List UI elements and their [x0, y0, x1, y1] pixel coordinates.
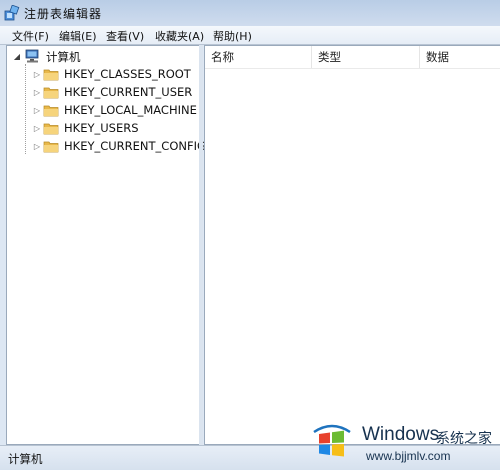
registry-editor-window: 注册表编辑器 文件(F) 编辑(E) 查看(V) 收藏夹(A) 帮助(H) ◢ … — [0, 0, 500, 470]
menu-view[interactable]: 查看(V) — [106, 28, 144, 44]
window-title: 注册表编辑器 — [24, 7, 103, 21]
list-header: 名称 类型 数据 — [205, 46, 500, 69]
folder-icon — [43, 87, 59, 99]
watermark-site-name: 系统之家 — [436, 431, 492, 447]
menu-file[interactable]: 文件(F) — [12, 28, 49, 44]
tree-item-hkey-users[interactable]: ▷ HKEY_USERS — [7, 120, 197, 137]
tree-item-hkey-current-user[interactable]: ▷ HKEY_CURRENT_USER — [7, 84, 197, 101]
menu-edit[interactable]: 编辑(E) — [59, 28, 97, 44]
tree-item-label: HKEY_LOCAL_MACHINE — [64, 103, 197, 117]
values-list-pane[interactable]: 名称 类型 数据 — [204, 45, 500, 445]
folder-icon — [43, 141, 59, 153]
expand-arrow-icon[interactable]: ▷ — [33, 106, 41, 115]
tree-item-hkey-classes-root[interactable]: ▷ HKEY_CLASSES_ROOT — [7, 66, 197, 83]
tree-item-label: HKEY_CURRENT_CONFIG — [64, 139, 206, 153]
menu-favorites[interactable]: 收藏夹(A) — [155, 28, 204, 44]
registry-tree-pane[interactable]: ◢ 计算机 ▷ HKEY_CLASSES_ROOT ▷ HKEY_CURRENT… — [6, 45, 206, 445]
tree-item-label: HKEY_CURRENT_USER — [64, 85, 193, 99]
tree-item-hkey-current-config[interactable]: ▷ HKEY_CURRENT_CONFIG — [7, 138, 206, 155]
tree-item-label: 计算机 — [46, 50, 81, 64]
folder-icon — [43, 105, 59, 117]
expand-arrow-icon[interactable]: ▷ — [33, 88, 41, 97]
watermark-url: www.bjjmlv.com — [366, 449, 451, 463]
expand-arrow-icon[interactable]: ▷ — [33, 124, 41, 133]
column-divider[interactable] — [311, 46, 312, 68]
tree-item-label: HKEY_USERS — [64, 121, 139, 135]
expand-arrow-icon[interactable]: ▷ — [33, 70, 41, 79]
windows-logo-icon — [310, 423, 354, 457]
tree-item-computer[interactable]: ◢ 计算机 — [7, 48, 197, 65]
expand-arrow-icon[interactable]: ▷ — [33, 142, 41, 151]
folder-icon — [43, 123, 59, 135]
collapse-arrow-icon[interactable]: ◢ — [13, 52, 21, 61]
folder-icon — [43, 69, 59, 81]
watermark-brand: Windows — [362, 424, 440, 445]
column-header-type[interactable]: 类型 — [318, 46, 341, 68]
computer-icon — [25, 49, 39, 63]
column-header-data[interactable]: 数据 — [426, 46, 449, 68]
tree-item-hkey-local-machine[interactable]: ▷ HKEY_LOCAL_MACHINE — [7, 102, 197, 119]
pane-splitter[interactable] — [199, 45, 203, 445]
menu-help[interactable]: 帮助(H) — [213, 28, 252, 44]
title-bar[interactable]: 注册表编辑器 — [0, 0, 500, 26]
column-header-name[interactable]: 名称 — [211, 46, 234, 68]
tree-item-label: HKEY_CLASSES_ROOT — [64, 67, 191, 81]
column-divider[interactable] — [419, 46, 420, 68]
menu-bar: 文件(F) 编辑(E) 查看(V) 收藏夹(A) 帮助(H) — [0, 26, 500, 45]
regedit-icon — [4, 5, 20, 21]
status-path: 计算机 — [8, 452, 43, 466]
